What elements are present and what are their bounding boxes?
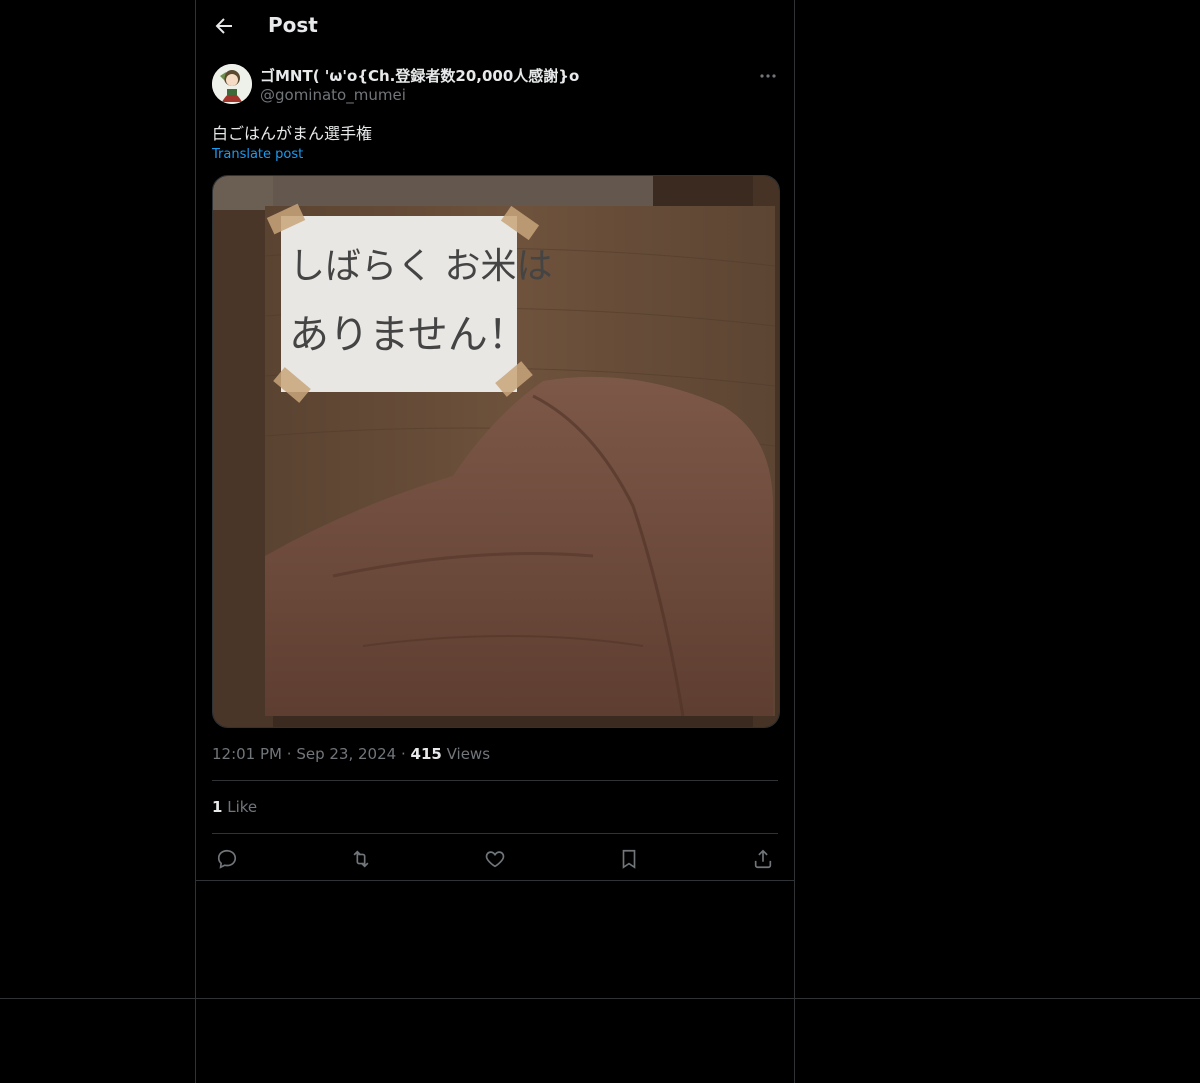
more-horizontal-icon[interactable] xyxy=(756,66,780,86)
likes-label: Like xyxy=(227,798,258,816)
views-label: Views xyxy=(446,745,491,763)
divider xyxy=(212,780,778,781)
post-image[interactable]: しばらく お米は ありません！ xyxy=(212,175,780,728)
bookmark-icon[interactable] xyxy=(614,845,644,873)
heart-icon[interactable] xyxy=(480,845,510,873)
arrow-left-icon[interactable] xyxy=(212,14,236,38)
sign-line2: ありません！ xyxy=(289,312,528,358)
divider xyxy=(212,833,778,834)
page-title: Post xyxy=(268,13,318,37)
reply-icon[interactable] xyxy=(212,845,242,873)
likes-summary[interactable]: 1 Like xyxy=(212,798,257,816)
sign-line1: しばらく お米は xyxy=(289,246,552,287)
top-bar: Post xyxy=(196,0,794,53)
action-bar xyxy=(212,845,778,873)
post-meta: 12:01 PM · Sep 23, 2024 · 415 Views xyxy=(212,745,491,763)
share-icon[interactable] xyxy=(748,845,778,873)
main-column: Post ゴMNT( 'ω'o{Ch.登録者数20,000人感謝}o @gomi… xyxy=(195,0,795,1083)
repost-icon[interactable] xyxy=(346,845,376,873)
views-count: 415 xyxy=(410,745,442,763)
post-time[interactable]: 12:01 PM xyxy=(212,745,282,763)
author-handle[interactable]: @gominato_mumei xyxy=(260,86,406,104)
divider xyxy=(196,880,794,881)
avatar[interactable] xyxy=(212,64,252,104)
post-text: 白ごはんがまん選手権 xyxy=(212,124,373,143)
translate-post-link[interactable]: Translate post xyxy=(212,147,303,162)
post-date[interactable]: Sep 23, 2024 xyxy=(296,745,396,763)
likes-count: 1 xyxy=(212,798,223,816)
author-name[interactable]: ゴMNT( 'ω'o{Ch.登録者数20,000人感謝}o xyxy=(260,65,579,86)
